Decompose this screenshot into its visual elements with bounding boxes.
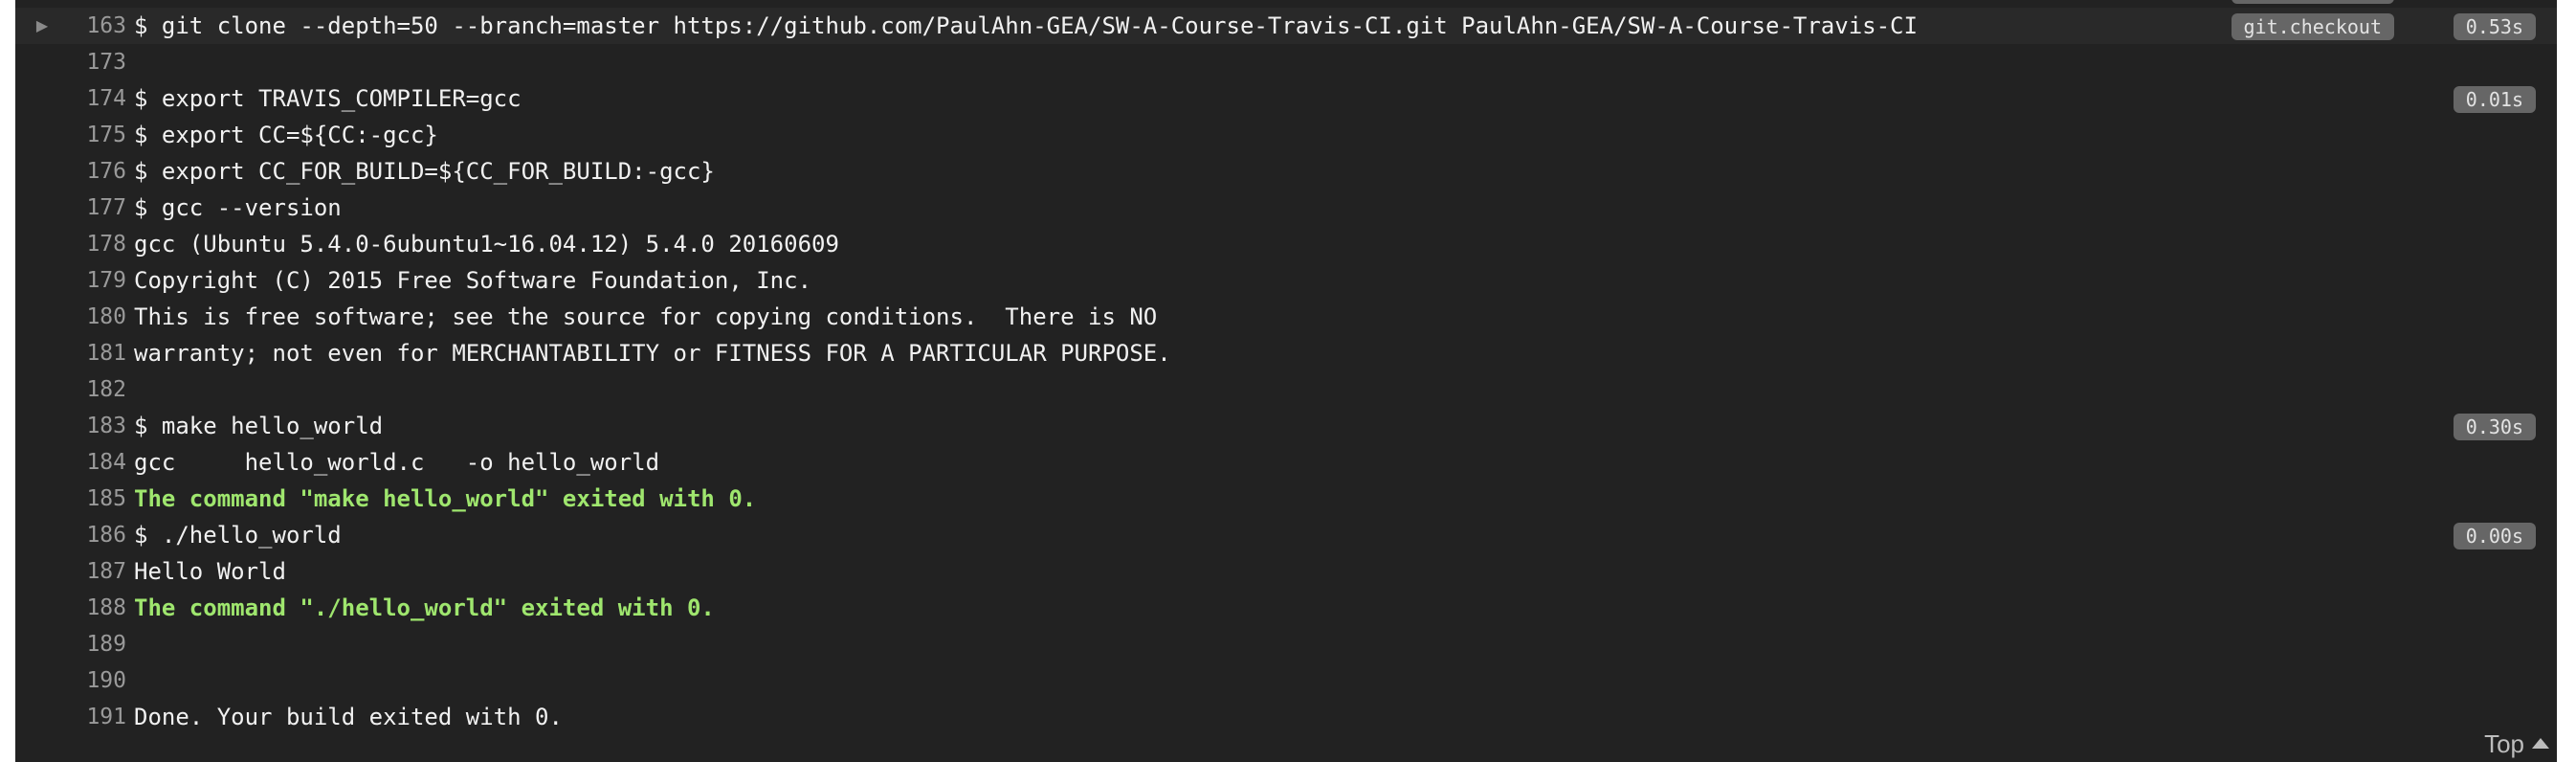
line-number[interactable]: 190: [42, 662, 126, 699]
log-line-text: $ export CC=${CC:-gcc}: [134, 122, 438, 148]
line-number[interactable]: 181: [42, 335, 126, 371]
log-line: 186 $ ./hello_world 0.00s: [15, 517, 2557, 553]
line-number[interactable]: 191: [42, 699, 126, 735]
line-number[interactable]: 185: [42, 481, 126, 517]
line-number[interactable]: 177: [42, 190, 126, 226]
log-line: 190: [15, 662, 2557, 699]
log-line: 188 The command "./hello_world" exited w…: [15, 590, 2557, 626]
exit-status-text: The command "./hello_world" exited with …: [134, 594, 715, 621]
line-number[interactable]: 176: [42, 153, 126, 190]
log-line: 174 $ export TRAVIS_COMPILER=gcc 0.01s: [15, 80, 2557, 117]
line-number[interactable]: 178: [42, 226, 126, 262]
log-line: 179 Copyright (C) 2015 Free Software Fou…: [15, 262, 2557, 299]
log-line: 191 Done. Your build exited with 0.: [15, 699, 2557, 735]
line-number[interactable]: 182: [42, 371, 126, 408]
log-line: 185 The command "make hello_world" exite…: [15, 481, 2557, 517]
log-line: 176 $ export CC_FOR_BUILD=${CC_FOR_BUILD…: [15, 153, 2557, 190]
line-number[interactable]: 174: [42, 80, 126, 117]
log-line-text: $ make hello_world: [134, 413, 384, 439]
log-line: 180 This is free software; see the sourc…: [15, 299, 2557, 335]
line-number[interactable]: 189: [42, 626, 126, 662]
duration-badge: 0.01s: [2453, 86, 2536, 113]
log-line-text: $ git clone --depth=50 --branch=master h…: [134, 12, 1918, 39]
line-number[interactable]: 187: [42, 553, 126, 590]
line-number[interactable]: 175: [42, 117, 126, 153]
previous-fold-badge: [2232, 0, 2394, 4]
log-line: 173: [15, 44, 2557, 80]
build-log: ▶ 163 $ git clone --depth=50 --branch=ma…: [15, 0, 2557, 762]
log-line-text: $ gcc --version: [134, 194, 342, 221]
log-line-text: gcc (Ubuntu 5.4.0-6ubuntu1~16.04.12) 5.4…: [134, 231, 839, 258]
line-number[interactable]: 163: [42, 8, 126, 44]
log-line-text: Done. Your build exited with 0.: [134, 704, 563, 730]
log-line: 189: [15, 626, 2557, 662]
line-number[interactable]: 184: [42, 444, 126, 481]
log-line: 178 gcc (Ubuntu 5.4.0-6ubuntu1~16.04.12)…: [15, 226, 2557, 262]
line-number[interactable]: 180: [42, 299, 126, 335]
log-line: 187 Hello World: [15, 553, 2557, 590]
log-line: 184 gcc hello_world.c -o hello_world: [15, 444, 2557, 481]
fold-line-git-checkout[interactable]: ▶ 163 $ git clone --depth=50 --branch=ma…: [15, 8, 2557, 44]
log-line-text: Copyright (C) 2015 Free Software Foundat…: [134, 267, 812, 294]
line-number[interactable]: 183: [42, 408, 126, 444]
scroll-to-top-link[interactable]: Top: [2484, 726, 2549, 762]
fold-name-badge: git.checkout: [2231, 13, 2394, 40]
line-number[interactable]: 186: [42, 517, 126, 553]
log-line-text: This is free software; see the source fo…: [134, 303, 1158, 330]
log-line: 182: [15, 371, 2557, 408]
log-line-text: $ export TRAVIS_COMPILER=gcc: [134, 85, 522, 112]
caret-up-icon: [2532, 738, 2549, 749]
log-line-text: Hello World: [134, 558, 286, 585]
line-number[interactable]: 173: [42, 44, 126, 80]
duration-badge: 0.30s: [2453, 414, 2536, 440]
duration-badge: 0.00s: [2453, 523, 2536, 549]
log-line-text: $ ./hello_world: [134, 522, 342, 549]
log-line-text: gcc hello_world.c -o hello_world: [134, 449, 660, 476]
line-number[interactable]: 188: [42, 590, 126, 626]
exit-status-text: The command "make hello_world" exited wi…: [134, 485, 757, 512]
log-line: 175 $ export CC=${CC:-gcc}: [15, 117, 2557, 153]
log-line: 181 warranty; not even for MERCHANTABILI…: [15, 335, 2557, 371]
log-line-text: warranty; not even for MERCHANTABILITY o…: [134, 340, 1171, 367]
log-line-text: $ export CC_FOR_BUILD=${CC_FOR_BUILD:-gc…: [134, 158, 715, 185]
top-link-label: Top: [2484, 729, 2524, 758]
line-number[interactable]: 179: [42, 262, 126, 299]
log-line: 177 $ gcc --version: [15, 190, 2557, 226]
log-line: 183 $ make hello_world 0.30s: [15, 408, 2557, 444]
duration-badge: 0.53s: [2453, 13, 2536, 40]
